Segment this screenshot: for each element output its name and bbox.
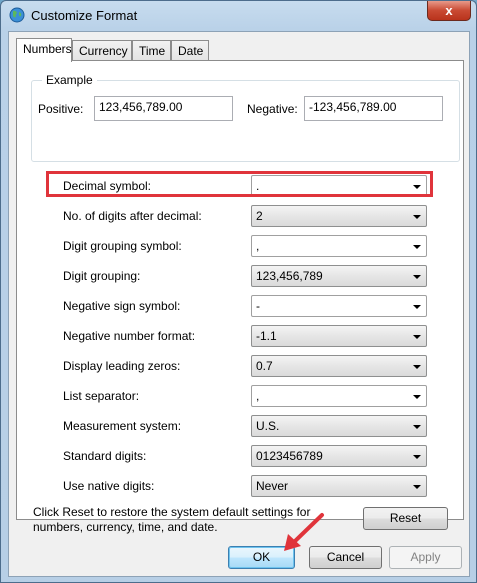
setting-combo[interactable]: 2 (251, 205, 427, 227)
setting-label: No. of digits after decimal: (63, 209, 202, 223)
close-button[interactable]: x (427, 1, 471, 21)
setting-label: Measurement system: (63, 419, 182, 433)
chevron-down-icon[interactable] (413, 215, 421, 219)
customize-format-window: Customize Format x Numbers Currency Time… (0, 0, 477, 583)
combo-value: 0.7 (256, 359, 273, 373)
combo-value: 123,456,789 (256, 269, 323, 283)
negative-label: Negative: (247, 102, 298, 116)
setting-label: Display leading zeros: (63, 359, 181, 373)
setting-combo[interactable]: 0.7 (251, 355, 427, 377)
combo-value: - (256, 299, 260, 313)
setting-label: List separator: (63, 389, 140, 403)
chevron-down-icon[interactable] (413, 365, 421, 369)
setting-label: Standard digits: (63, 449, 147, 463)
setting-combo[interactable]: U.S. (251, 415, 427, 437)
setting-combo[interactable]: - (251, 295, 427, 317)
chevron-down-icon[interactable] (413, 485, 421, 489)
setting-combo[interactable]: , (251, 385, 427, 407)
tab-label: Numbers (23, 42, 72, 56)
setting-combo[interactable]: , (251, 235, 427, 257)
combo-value: , (256, 239, 260, 253)
setting-combo[interactable]: -1.1 (251, 325, 427, 347)
combo-value: 0123456789 (256, 449, 323, 463)
chevron-down-icon[interactable] (413, 335, 421, 339)
setting-label: Negative sign symbol: (63, 299, 181, 313)
example-group-label: Example (42, 73, 97, 87)
apply-button[interactable]: Apply (389, 546, 462, 569)
positive-label: Positive: (38, 102, 84, 116)
tab-time[interactable]: Time (132, 40, 171, 61)
setting-label: Digit grouping symbol: (63, 239, 182, 253)
chevron-down-icon[interactable] (413, 305, 421, 309)
setting-combo[interactable]: 123,456,789 (251, 265, 427, 287)
setting-combo[interactable]: Never (251, 475, 427, 497)
chevron-down-icon[interactable] (413, 245, 421, 249)
combo-value: , (256, 389, 260, 403)
tab-label: Currency (79, 44, 128, 58)
chevron-down-icon[interactable] (413, 425, 421, 429)
combo-value: Never (256, 479, 289, 493)
example-group: Example Positive: 123,456,789.00 Negativ… (31, 73, 460, 162)
chevron-down-icon[interactable] (413, 275, 421, 279)
setting-label: Digit grouping: (63, 269, 141, 283)
tab-label: Date (178, 44, 204, 58)
numbers-panel: Example Positive: 123,456,789.00 Negativ… (16, 60, 464, 534)
tab-numbers[interactable]: Numbers (16, 38, 72, 62)
tab-date[interactable]: Date (171, 40, 209, 61)
negative-example-field: -123,456,789.00 (304, 96, 443, 121)
combo-value: U.S. (256, 419, 280, 433)
close-icon: x (445, 3, 453, 18)
red-arrow-icon (284, 513, 324, 551)
decimal-symbol-highlight (46, 171, 433, 197)
setting-label: Negative number format: (63, 329, 196, 343)
dialog-client: Numbers Currency Time Date Example Posit… (8, 31, 470, 577)
chevron-down-icon[interactable] (413, 395, 421, 399)
reset-button[interactable]: Reset (363, 507, 448, 530)
chevron-down-icon[interactable] (413, 455, 421, 459)
setting-combo[interactable]: 0123456789 (251, 445, 427, 467)
tab-currency[interactable]: Currency (72, 40, 132, 61)
combo-value: 2 (256, 209, 263, 223)
combo-value: -1.1 (256, 329, 277, 343)
positive-example-field: 123,456,789.00 (94, 96, 233, 121)
setting-label: Use native digits: (63, 479, 155, 493)
globe-icon (9, 7, 25, 23)
tab-label: Time (139, 44, 166, 58)
window-title: Customize Format (31, 8, 138, 23)
title-bar[interactable]: Customize Format x (1, 1, 476, 31)
